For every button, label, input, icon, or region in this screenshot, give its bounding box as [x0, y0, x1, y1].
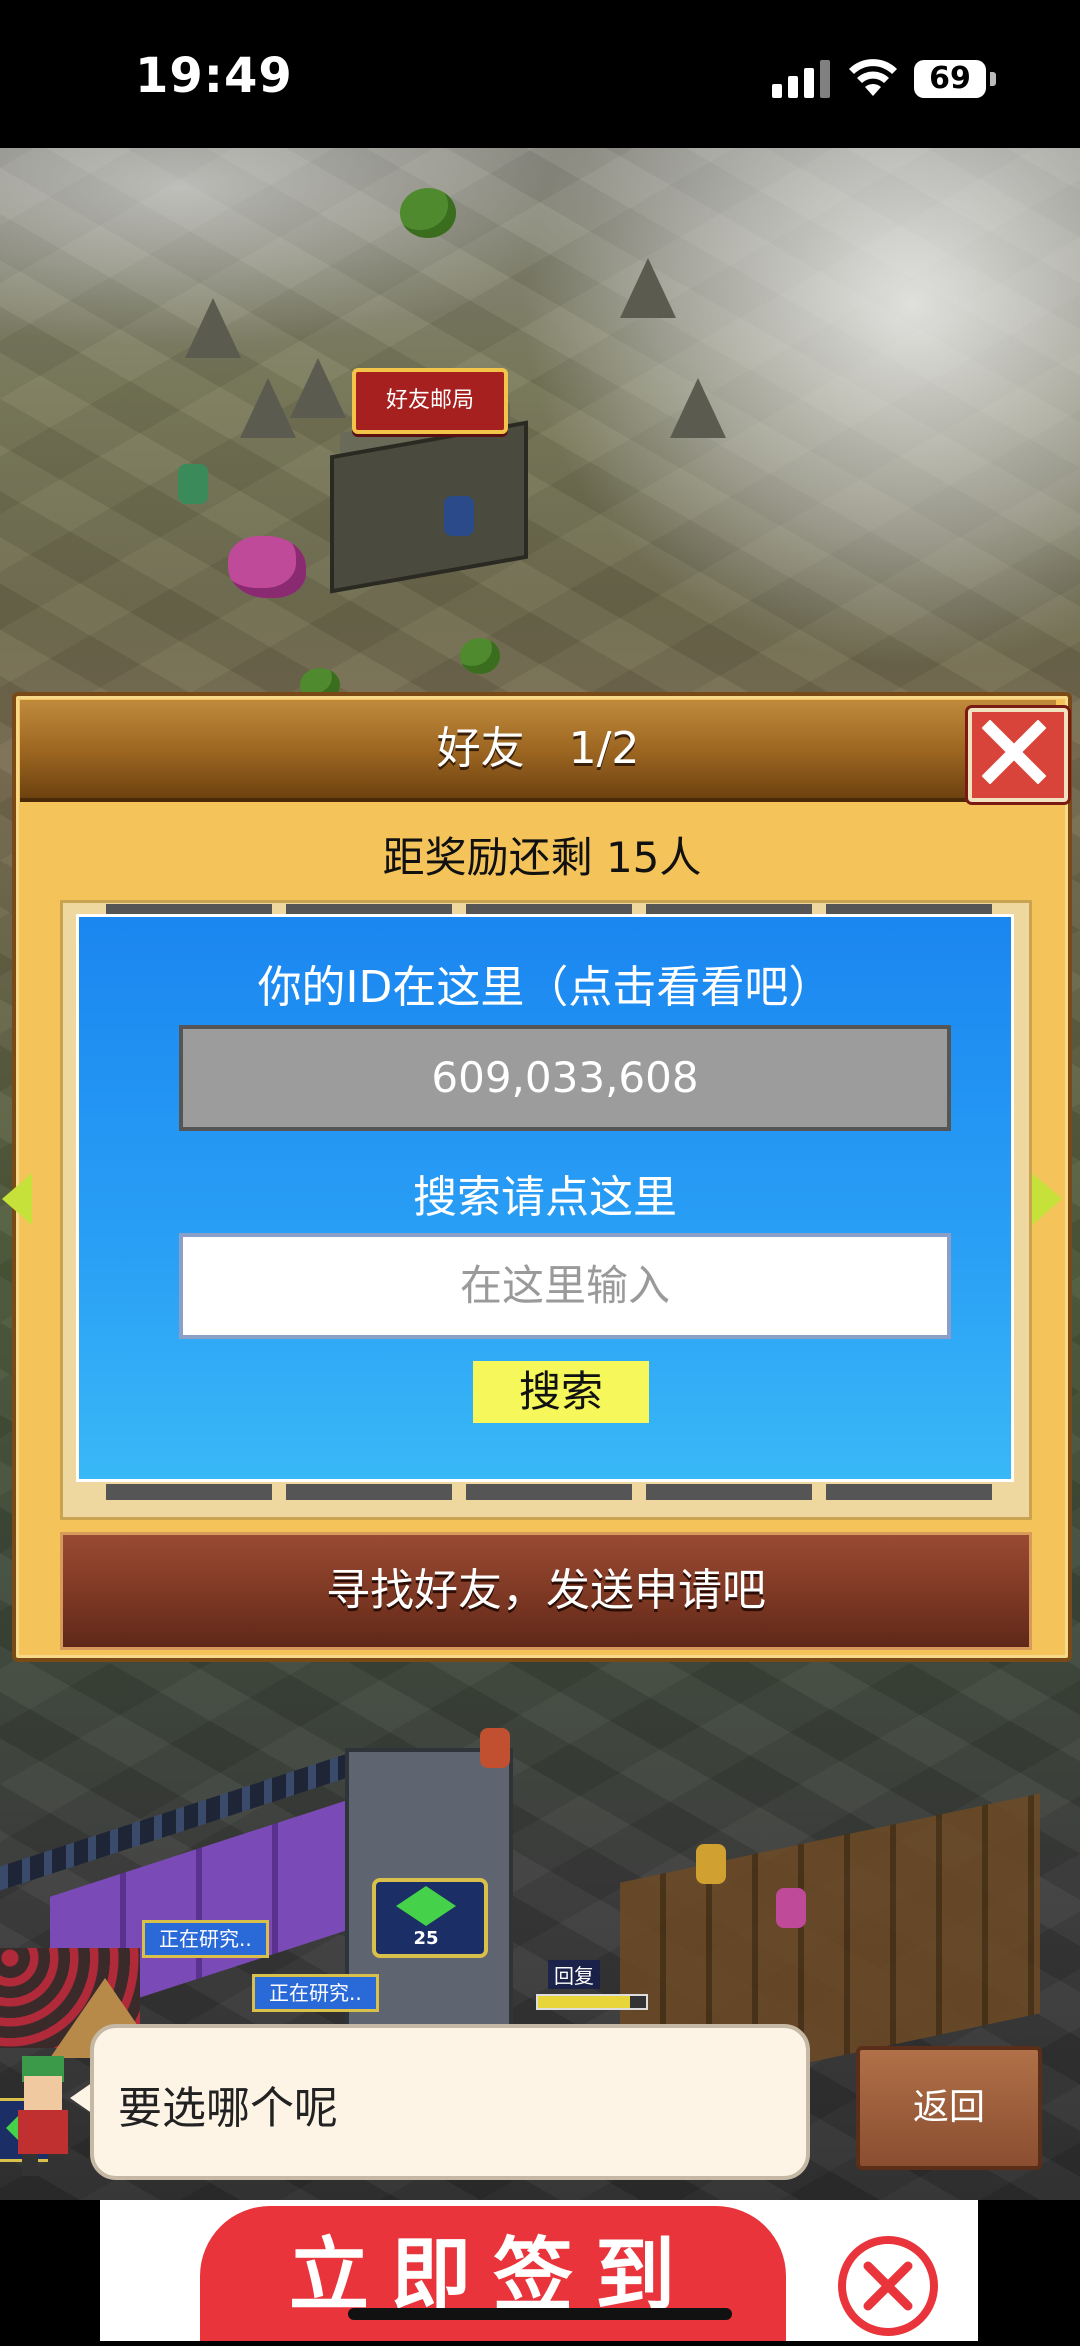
adventurer-icon[interactable]: [696, 1844, 726, 1884]
search-input[interactable]: 在这里输入: [179, 1233, 951, 1339]
adventurer-icon[interactable]: [776, 1888, 806, 1928]
tower-level-number: 25: [413, 1928, 439, 1949]
post-office-sign[interactable]: 好友邮局: [352, 368, 508, 434]
recovery-label: 回复: [548, 1960, 600, 1989]
reward-remaining-text: 距奖励还剩 15人: [382, 833, 702, 882]
next-page-arrow-icon[interactable]: [1032, 1173, 1062, 1225]
wifi-icon: [849, 59, 897, 96]
find-friends-bar[interactable]: 寻找好友，发送申请吧: [60, 1532, 1032, 1650]
rock-icon: [620, 258, 676, 318]
search-label: 搜索请点这里: [413, 1172, 677, 1223]
crystal-rock-icon: [228, 536, 306, 598]
search-button[interactable]: 搜索: [473, 1361, 649, 1423]
close-icon: [863, 2261, 913, 2311]
clock: 19:49: [135, 48, 293, 104]
dialog-title: 好友 1/2: [436, 723, 640, 774]
fog-overlay-right: [520, 148, 1080, 668]
previous-page-arrow-icon[interactable]: [2, 1173, 32, 1225]
recovery-bar: [536, 1994, 648, 2010]
speech-bubble: 要选哪个呢: [90, 2024, 810, 2180]
cellular-signal-icon: [772, 58, 830, 98]
close-button[interactable]: [968, 708, 1068, 802]
home-indicator[interactable]: [348, 2308, 732, 2320]
player-id-value[interactable]: 609,033,608: [179, 1025, 951, 1131]
panel-tab-strip-bottom: [66, 1484, 1018, 1500]
close-icon: [982, 720, 1046, 784]
rock-icon: [240, 378, 296, 438]
rock-icon: [670, 378, 726, 438]
fog-overlay: [0, 148, 600, 348]
research-status-tag: 正在研究..: [142, 1920, 269, 1958]
player-id-label[interactable]: 你的ID在这里（点击看看吧）: [79, 951, 1011, 1015]
friends-dialog: 好友 1/2 距奖励还剩 15人 你的ID在这里（点击看看吧） 609,033,…: [2, 692, 1072, 1662]
research-status-tag: 正在研究..: [252, 1974, 379, 2012]
battery-indicator: 69: [914, 60, 986, 98]
recovery-bar-fill: [538, 1996, 630, 2008]
rock-icon: [290, 358, 346, 418]
adventurer-icon[interactable]: [480, 1728, 510, 1768]
villager-icon: [178, 464, 208, 504]
tree-icon: [460, 638, 500, 674]
speech-text: 要选哪个呢: [118, 2083, 338, 2134]
ad-close-button[interactable]: [838, 2236, 938, 2336]
villager-icon: [444, 496, 474, 536]
back-button[interactable]: 返回: [856, 2046, 1042, 2170]
id-search-panel: 你的ID在这里（点击看看吧） 609,033,608 搜索请点这里 在这里输入 …: [76, 914, 1014, 1482]
battery-cap: [990, 72, 996, 86]
dialog-header: 好友 1/2: [20, 700, 1068, 802]
tree-icon: [400, 188, 456, 238]
rock-icon: [185, 298, 241, 358]
guide-character-icon: [18, 2056, 68, 2176]
ad-checkin-button[interactable]: 立即签到: [200, 2206, 786, 2341]
status-bar: 19:49 69: [0, 0, 1080, 148]
